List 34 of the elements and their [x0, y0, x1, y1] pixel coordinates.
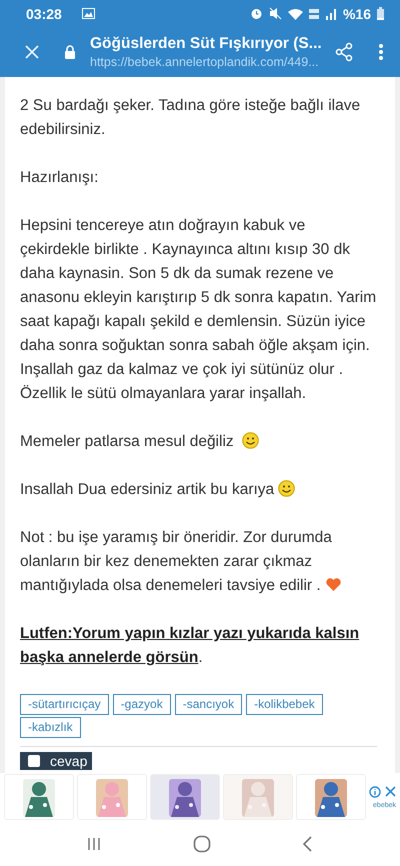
alarm-icon: [250, 7, 263, 20]
signal-icon: [324, 8, 337, 20]
lock-icon: [64, 45, 76, 59]
page-url: https://bebek.annelertoplandik.com/449...: [90, 55, 320, 69]
recent-apps-icon[interactable]: [86, 836, 102, 852]
wifi-icon: [288, 8, 303, 20]
tag-link[interactable]: -kolikbebek: [246, 694, 323, 715]
tag-link[interactable]: -kabızlık: [20, 717, 81, 738]
tag-link[interactable]: -sütartırıcıçay: [20, 694, 109, 715]
tag-link[interactable]: -gazyok: [112, 694, 171, 715]
battery-icon: [377, 7, 384, 20]
home-icon[interactable]: [192, 835, 211, 853]
info-icon[interactable]: [369, 786, 381, 798]
post-paragraph: Lutfen:Yorum yapın kızlar yazı yukarıda kalsın başka annelerde görsün.: [20, 624, 360, 668]
back-icon[interactable]: [302, 836, 314, 852]
mute-icon: [268, 7, 282, 20]
share-icon[interactable]: [334, 42, 354, 62]
post-paragraph: Not : bu işe yaramış bir öneridir. Zor durumda olanların bir kez denemekten zarar çıkmaz mantığıylada olsa denemeleri tavsiye edilir .: [20, 526, 377, 598]
smiley-icon: [278, 480, 296, 497]
post-paragraph: Insallah Dua edersiniz artik bu karıya: [20, 478, 377, 502]
post-paragraph: 2 Su bardağı şeker. Tadına göre isteğe bağlı ilave edebilirsiniz.: [20, 96, 362, 140]
smiley-icon: [242, 432, 259, 449]
clock: 03:28: [26, 6, 62, 22]
page-title: Göğüslerden Süt Fışkırıyor (S...: [90, 35, 322, 53]
post-paragraph: Hepsini tencereye atın doğrayın kabuk ve çekirdekle birlikte . Kaynayınca altını kısıp 30 dk daha kaynasin. Son 5 dk da sumak rezene ve anasonu ekleyin karıştırıp 5 dk sonra kapatın. Yarim saat kapağı kapalı şekild e demlensin. Süzün iyice daha sonra soğuktan sonra sabah öğle akşam için. Inşallah gaz da kalmaz ve çok iyi sütünüz olur . Özellik le sütü olmayanlara yarar inşallah.: [20, 216, 377, 404]
tag-link[interactable]: -sancıyok: [174, 694, 242, 715]
battery-level: %16: [342, 6, 371, 22]
heart-icon: [324, 576, 342, 593]
post-paragraph: Hazırlanışı:: [20, 168, 100, 188]
reply-button[interactable]: cevap: [20, 752, 92, 770]
more-icon[interactable]: [378, 43, 384, 61]
close-icon[interactable]: [385, 786, 396, 796]
post-paragraph: Memeler patlarsa mesul değiliz: [20, 430, 377, 454]
image-icon: [82, 8, 95, 19]
